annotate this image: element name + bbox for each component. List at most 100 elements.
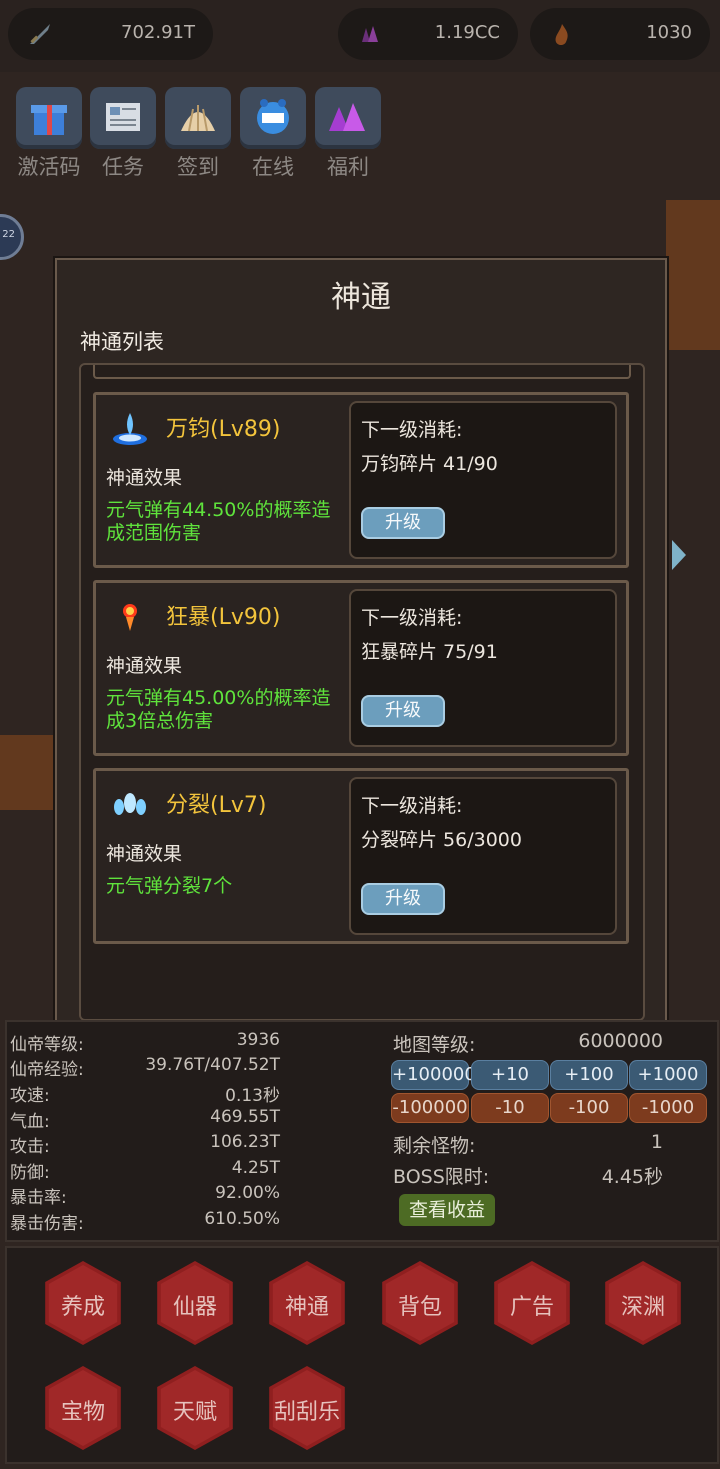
flame-orb-icon	[123, 604, 137, 631]
crystal-value: 1.19CC	[434, 22, 500, 43]
view-earnings-button[interactable]: 查看收益	[399, 1194, 495, 1226]
effect-description: 元气弹分裂7个	[106, 875, 233, 897]
feature-label: 福利	[327, 155, 369, 179]
cost-panel: 下一级消耗: 狂暴碎片 75/91 升级	[349, 589, 617, 747]
stat-key: 气血:	[10, 1112, 50, 1132]
shell-icon	[165, 87, 231, 149]
nav-label: 广告	[509, 1295, 554, 1320]
nav-label: 刮刮乐	[273, 1400, 340, 1425]
nav-scratch-card[interactable]: 刮刮乐	[265, 1366, 349, 1450]
fire-value: 1030	[646, 22, 692, 43]
right-arrow-icon[interactable]	[670, 538, 690, 572]
level-plus-10-button[interactable]: +10	[471, 1060, 549, 1090]
feature-label: 任务	[102, 155, 144, 179]
dialog-title: 神通	[331, 280, 391, 315]
stat-row: 仙帝等级: 3936	[10, 1030, 280, 1055]
resource-crystal: 1.19CC	[338, 8, 518, 60]
effect-label: 神通效果	[106, 843, 183, 865]
level-plus-1000-button[interactable]: +1000	[629, 1060, 707, 1090]
stat-value: 92.00%	[215, 1183, 280, 1203]
cost-panel: 下一级消耗: 分裂碎片 56/3000 升级	[349, 777, 617, 935]
effect-description: 元气弹有44.50%的概率造成范围伤害	[106, 499, 331, 544]
skill-list[interactable]: 万钧(Lv89) 神通效果 元气弹有44.50%的概率造成范围伤害 下一级消耗:…	[79, 363, 645, 1021]
level-minus-10-button[interactable]: -10	[471, 1093, 549, 1123]
cost-title: 下一级消耗:	[361, 795, 463, 817]
skills-dialog: 神通 神通列表 万钧(Lv89) 神通效果 元气弹有44.50%的概率造成范围伤…	[55, 258, 667, 1034]
upgrade-button[interactable]: 升级	[361, 883, 445, 915]
cost-title: 下一级消耗:	[361, 607, 463, 629]
stat-key: 防御:	[10, 1163, 50, 1183]
nav-label: 神通	[284, 1295, 329, 1320]
nav-treasure[interactable]: 宝物	[41, 1366, 125, 1450]
skill-name: 分裂(Lv7)	[166, 793, 267, 818]
stat-key: 攻速:	[10, 1086, 50, 1106]
effect-label: 神通效果	[106, 467, 183, 489]
nav-abyss[interactable]: 深渊	[601, 1261, 685, 1345]
level-plus-100000-button[interactable]: +100000	[391, 1060, 476, 1090]
cost-title: 下一级消耗:	[361, 419, 463, 441]
boss-timer-key: BOSS限时:	[393, 1166, 490, 1188]
stat-row: 防御: 4.25T	[10, 1158, 280, 1183]
skill-name: 狂暴(Lv90)	[166, 605, 281, 630]
nav-label: 养成	[60, 1295, 105, 1320]
feature-welfare[interactable]: 福利	[315, 87, 381, 181]
upgrade-button[interactable]: 升级	[361, 507, 445, 539]
nav-backpack[interactable]: 背包	[378, 1261, 462, 1345]
cost-panel: 下一级消耗: 万钧碎片 41/90 升级	[349, 401, 617, 559]
level-badge-text: 22	[2, 229, 15, 240]
feature-label: 激活码	[17, 155, 81, 179]
stat-row: 仙帝经验: 39.76T/407.52T	[10, 1055, 280, 1080]
nav-artifact[interactable]: 仙器	[153, 1261, 237, 1345]
stat-value: 3936	[236, 1030, 280, 1050]
nav-label: 背包	[397, 1295, 442, 1320]
feature-label: 签到	[177, 155, 219, 179]
skill-card: 狂暴(Lv90) 神通效果 元气弹有45.00%的概率造成3倍总伤害 下一级消耗…	[93, 580, 629, 756]
cost-value: 分裂碎片 56/3000	[361, 829, 522, 851]
sword-icon	[30, 24, 50, 44]
effect-description: 元气弹有45.00%的概率造成3倍总伤害	[106, 687, 331, 732]
upgrade-button[interactable]: 升级	[361, 695, 445, 727]
crystal-icon	[362, 26, 378, 42]
skill-card: 分裂(Lv7) 神通效果 元气弹分裂7个 下一级消耗: 分裂碎片 56/3000…	[93, 768, 629, 944]
nav-cultivate[interactable]: 养成	[41, 1261, 125, 1345]
stat-key: 攻击:	[10, 1137, 50, 1157]
newspaper-icon	[90, 87, 156, 149]
stat-row: 暴击率: 92.00%	[10, 1183, 280, 1208]
nav-ads[interactable]: 广告	[490, 1261, 574, 1345]
level-badge[interactable]: 22	[0, 214, 24, 260]
stat-row: 攻击: 106.23T	[10, 1132, 280, 1157]
level-minus-100000-button[interactable]: -100000	[391, 1093, 469, 1123]
feature-checkin[interactable]: 签到	[165, 87, 231, 181]
clock-icon	[240, 87, 306, 149]
skill-list-title: 神通列表	[80, 330, 164, 354]
remaining-value: 1	[650, 1131, 663, 1153]
gem-icon	[315, 87, 381, 149]
map-level-value: 6000000	[578, 1030, 663, 1052]
feature-label: 在线	[252, 155, 294, 179]
nav-skills[interactable]: 神通	[265, 1261, 349, 1345]
feature-online[interactable]: 在线	[240, 87, 306, 181]
stat-value: 610.50%	[204, 1209, 280, 1229]
stat-value: 469.55T	[210, 1107, 280, 1127]
level-minus-100-button[interactable]: -100	[550, 1093, 628, 1123]
gift-icon	[16, 87, 82, 149]
resource-power: 702.91T	[8, 8, 213, 60]
level-minus-1000-button[interactable]: -1000	[629, 1093, 707, 1123]
nav-talent[interactable]: 天赋	[153, 1366, 237, 1450]
remaining-key: 剩余怪物:	[393, 1135, 476, 1157]
map-level-key: 地图等级:	[393, 1034, 476, 1056]
nav-label: 仙器	[172, 1295, 217, 1320]
partial-card	[93, 365, 631, 379]
stat-value: 39.76T/407.52T	[145, 1055, 280, 1075]
skill-card: 万钧(Lv89) 神通效果 元气弹有44.50%的概率造成范围伤害 下一级消耗:…	[93, 392, 629, 568]
stat-row: 暴击伤害: 610.50%	[10, 1209, 280, 1234]
level-plus-100-button[interactable]: +100	[550, 1060, 628, 1090]
feature-tasks[interactable]: 任务	[90, 87, 156, 181]
remaining-row: 剩余怪物: 1	[393, 1131, 663, 1157]
stat-key: 暴击率:	[10, 1188, 67, 1208]
stat-row: 攻速: 0.13秒	[10, 1081, 280, 1106]
boss-timer-row: BOSS限时: 4.45秒	[393, 1162, 663, 1188]
stat-value: 106.23T	[210, 1132, 280, 1152]
stat-value: 4.25T	[231, 1158, 280, 1178]
feature-activation-code[interactable]: 激活码	[16, 87, 82, 181]
